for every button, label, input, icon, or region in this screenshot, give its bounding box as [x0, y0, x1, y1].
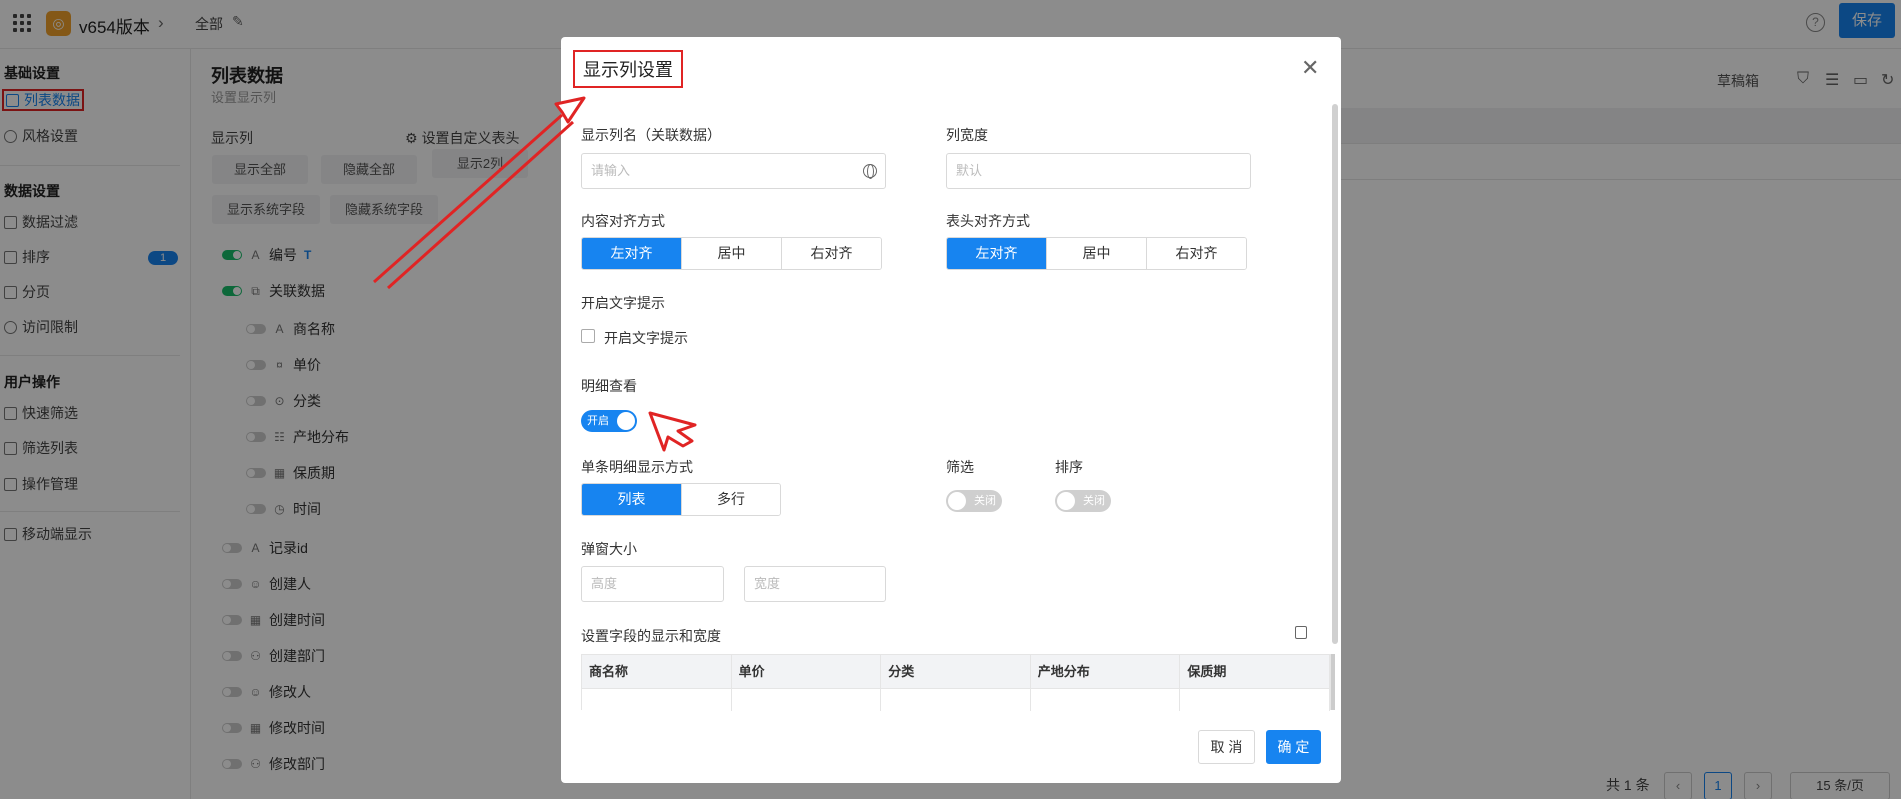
- detail-mode-segmented: 列表 多行: [581, 483, 781, 516]
- sort-label: 排序: [1055, 459, 1083, 475]
- detail-view-label: 明细查看: [581, 378, 637, 394]
- cancel-button[interactable]: 取 消: [1198, 730, 1255, 764]
- grid-cell[interactable]: [582, 689, 732, 711]
- grid-cell[interactable]: [732, 689, 882, 711]
- popup-width-input[interactable]: 宽度: [744, 566, 886, 602]
- grid-header: 商名称 单价 分类 产地分布 保质期: [582, 655, 1330, 689]
- filter-toggle[interactable]: 关闭: [946, 490, 1002, 512]
- header-align-left-option[interactable]: 左对齐: [947, 238, 1047, 269]
- field-display-label: 设置字段的显示和宽度: [581, 628, 721, 644]
- dialog-scrollbar[interactable]: [1332, 104, 1338, 644]
- grid-col-header: 商名称: [582, 655, 732, 688]
- table-settings-icon[interactable]: [1295, 626, 1307, 639]
- column-name-input[interactable]: 请输入: [581, 153, 886, 189]
- popup-size-label: 弹窗大小: [581, 541, 637, 557]
- grid-col-header: 分类: [881, 655, 1031, 688]
- column-width-label: 列宽度: [946, 127, 988, 143]
- text-tip-checkbox[interactable]: [581, 329, 595, 343]
- field-width-grid: 商名称 单价 分类 产地分布 保质期: [581, 654, 1331, 711]
- header-align-segmented: 左对齐 居中 右对齐: [946, 237, 1247, 270]
- text-tip-checkbox-label[interactable]: 开启文字提示: [604, 328, 688, 348]
- column-width-input[interactable]: 默认: [946, 153, 1251, 189]
- close-icon[interactable]: ✕: [1301, 57, 1319, 79]
- popup-width-placeholder: 宽度: [754, 576, 781, 591]
- column-name-placeholder: 请输入: [591, 163, 631, 178]
- grid-col-header: 产地分布: [1031, 655, 1181, 688]
- column-name-label: 显示列名（关联数据）: [581, 127, 721, 143]
- detail-view-toggle[interactable]: 开启: [581, 410, 637, 432]
- content-align-right-option[interactable]: 右对齐: [782, 238, 881, 269]
- grid-cell[interactable]: [1031, 689, 1181, 711]
- header-align-label: 表头对齐方式: [946, 213, 1030, 229]
- header-align-center-option[interactable]: 居中: [1047, 238, 1147, 269]
- content-align-segmented: 左对齐 居中 右对齐: [581, 237, 882, 270]
- grid-cell[interactable]: [881, 689, 1031, 711]
- popup-height-placeholder: 高度: [591, 576, 618, 591]
- filter-label: 筛选: [946, 459, 974, 475]
- content-align-left-option[interactable]: 左对齐: [582, 238, 682, 269]
- grid-scrollbar[interactable]: [1331, 654, 1335, 710]
- column-settings-dialog: 显示列设置 ✕ 显示列名（关联数据） 请输入 列宽度 默认 内容对齐方式 左对齐…: [561, 37, 1341, 783]
- header-align-right-option[interactable]: 右对齐: [1147, 238, 1246, 269]
- detail-mode-list-option[interactable]: 列表: [582, 484, 682, 515]
- text-tip-label: 开启文字提示: [581, 295, 665, 311]
- content-align-center-option[interactable]: 居中: [682, 238, 782, 269]
- dialog-title: 显示列设置: [573, 50, 683, 88]
- detail-mode-multiline-option[interactable]: 多行: [682, 484, 780, 515]
- grid-col-header: 单价: [732, 655, 882, 688]
- content-align-label: 内容对齐方式: [581, 213, 665, 229]
- popup-height-input[interactable]: 高度: [581, 566, 724, 602]
- grid-row: [582, 689, 1330, 711]
- column-width-placeholder: 默认: [956, 163, 983, 178]
- grid-cell[interactable]: [1180, 689, 1330, 711]
- sort-toggle[interactable]: 关闭: [1055, 490, 1111, 512]
- globe-icon[interactable]: [863, 164, 877, 179]
- single-detail-mode-label: 单条明细显示方式: [581, 459, 693, 475]
- grid-col-header: 保质期: [1180, 655, 1330, 688]
- confirm-button[interactable]: 确 定: [1266, 730, 1321, 764]
